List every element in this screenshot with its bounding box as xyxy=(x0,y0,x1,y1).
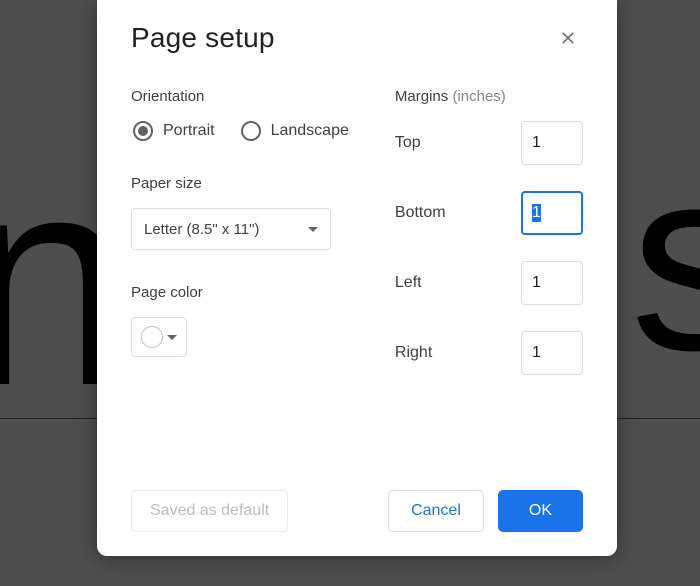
margins-label-text: Margins xyxy=(395,88,448,105)
margin-bottom-input[interactable] xyxy=(521,191,583,235)
dialog-title: Page setup xyxy=(131,22,275,54)
chevron-down-icon xyxy=(308,227,318,232)
margins-unit: (inches) xyxy=(452,88,505,105)
margin-right-input[interactable] xyxy=(521,331,583,375)
radio-label-landscape: Landscape xyxy=(271,122,349,140)
orientation-label: Orientation xyxy=(131,88,361,105)
margin-left-label: Left xyxy=(395,274,422,292)
margin-top-input[interactable] xyxy=(521,121,583,165)
page-color-label: Page color xyxy=(131,284,361,301)
margin-top-label: Top xyxy=(395,134,421,152)
radio-icon-checked xyxy=(133,121,153,141)
color-swatch-icon xyxy=(141,326,163,348)
paper-size-value: Letter (8.5" x 11") xyxy=(144,221,259,238)
close-button[interactable] xyxy=(553,23,583,53)
ok-button[interactable]: OK xyxy=(498,490,583,532)
paper-size-label: Paper size xyxy=(131,175,361,192)
page-color-picker[interactable] xyxy=(131,317,187,357)
page-setup-dialog: Page setup Orientation Portrait Landscap… xyxy=(97,0,617,556)
orientation-landscape-radio[interactable]: Landscape xyxy=(241,121,349,141)
margin-bottom-label: Bottom xyxy=(395,204,446,222)
cancel-button[interactable]: Cancel xyxy=(388,490,484,532)
orientation-portrait-radio[interactable]: Portrait xyxy=(133,121,215,141)
radio-icon-unchecked xyxy=(241,121,261,141)
saved-as-default-button: Saved as default xyxy=(131,490,288,532)
margins-label: Margins (inches) xyxy=(395,88,583,105)
radio-label-portrait: Portrait xyxy=(163,122,215,140)
margin-left-input[interactable] xyxy=(521,261,583,305)
paper-size-select[interactable]: Letter (8.5" x 11") xyxy=(131,208,331,250)
chevron-down-icon xyxy=(167,335,177,340)
close-icon xyxy=(559,29,577,47)
margin-right-label: Right xyxy=(395,344,432,362)
